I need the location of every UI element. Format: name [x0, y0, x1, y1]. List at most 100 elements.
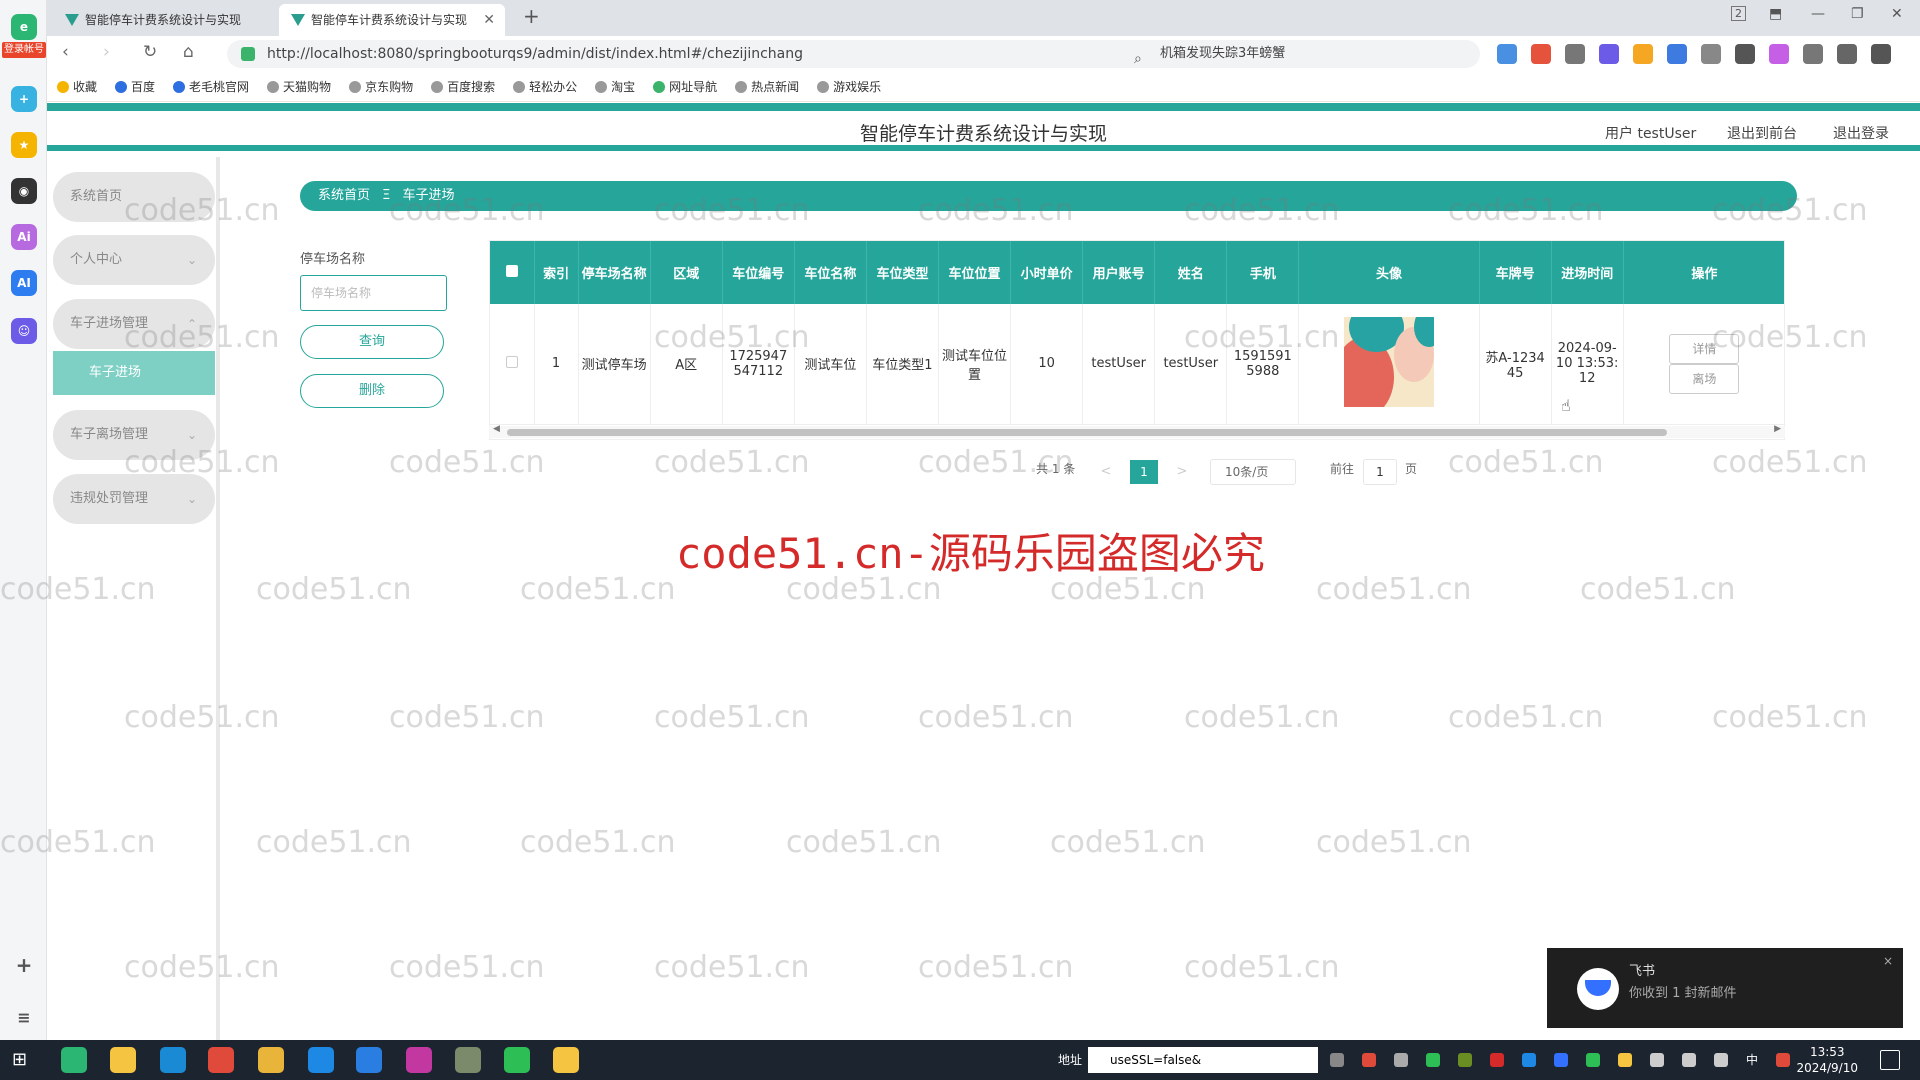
- taskbar-address-input[interactable]: useSSL=false&: [1088, 1047, 1318, 1073]
- bookmark-item[interactable]: 网址导航: [653, 78, 717, 95]
- scroll-thumb[interactable]: [507, 429, 1667, 436]
- wps-icon[interactable]: [208, 1047, 234, 1073]
- volume-icon[interactable]: [1714, 1053, 1728, 1067]
- page-number-current[interactable]: 1: [1130, 460, 1158, 484]
- tray-up-icon[interactable]: [1330, 1053, 1344, 1067]
- tray-app-icon[interactable]: [1490, 1053, 1504, 1067]
- goto-page-input[interactable]: 1: [1363, 459, 1397, 485]
- find-icon[interactable]: [1667, 44, 1687, 64]
- search-field[interactable]: ⌕ 机箱发现失踪3年螃蟹: [1120, 40, 1480, 68]
- bookmark-item[interactable]: 热点新闻: [735, 78, 799, 95]
- tab-close-icon[interactable]: ✕: [483, 4, 495, 36]
- robot-icon[interactable]: ☺: [11, 318, 37, 344]
- vscode-icon[interactable]: [308, 1047, 334, 1073]
- sogou-icon[interactable]: [1776, 1053, 1791, 1067]
- tray-wechat-icon[interactable]: [1426, 1053, 1440, 1067]
- favorites-star-icon[interactable]: ★: [11, 132, 37, 158]
- new-tab-button[interactable]: +: [523, 4, 540, 28]
- bookmark-item[interactable]: 游戏娱乐: [817, 78, 881, 95]
- logout-link[interactable]: 退出登录: [1833, 123, 1889, 143]
- brightness-icon[interactable]: [1803, 44, 1823, 64]
- bookmark-item[interactable]: 收藏: [57, 78, 97, 95]
- reload-icon[interactable]: ↻: [143, 42, 157, 62]
- browser-taskbar-icon[interactable]: [61, 1047, 87, 1073]
- sidebar-item-profile[interactable]: 个人中心 ⌄: [53, 235, 215, 285]
- page-size-select[interactable]: 10条/页: [1210, 459, 1296, 485]
- home-icon[interactable]: ⌂: [183, 42, 194, 62]
- browser-logo-icon[interactable]: e: [11, 14, 37, 40]
- edge-icon[interactable]: [160, 1047, 186, 1073]
- notification-toast[interactable]: 飞书 你收到 1 封新邮件 ×: [1547, 948, 1903, 1028]
- tray-app-icon[interactable]: [1618, 1053, 1632, 1067]
- add-panel-icon[interactable]: +: [11, 86, 37, 112]
- row-checkbox[interactable]: [505, 355, 518, 368]
- color-icon[interactable]: [1769, 44, 1789, 64]
- minimize-icon[interactable]: —: [1811, 6, 1825, 22]
- tray-app-icon[interactable]: [1522, 1053, 1536, 1067]
- browser-tab-active[interactable]: 智能停车计费系统设计与实现 ✕: [279, 4, 505, 36]
- scroll-left-arrow-icon[interactable]: ◀: [493, 424, 500, 434]
- tray-app-icon[interactable]: [1458, 1053, 1472, 1067]
- cut-icon[interactable]: [1565, 44, 1585, 64]
- tray-feishu-icon[interactable]: [1554, 1053, 1568, 1067]
- grid-icon[interactable]: [1735, 44, 1755, 64]
- add-icon[interactable]: +: [11, 952, 37, 978]
- shield-icon[interactable]: [1633, 44, 1653, 64]
- sidebar-item-car-entry[interactable]: 车子进场: [53, 351, 215, 395]
- battery-icon[interactable]: [1650, 1053, 1664, 1067]
- ai-assistant-icon[interactable]: Ai: [11, 224, 37, 250]
- bookmark-item[interactable]: 轻松办公: [513, 78, 577, 95]
- bookmark-item[interactable]: 淘宝: [595, 78, 635, 95]
- idea-icon[interactable]: [406, 1047, 432, 1073]
- game-icon[interactable]: ◉: [11, 178, 37, 204]
- translate-icon[interactable]: [1599, 44, 1619, 64]
- folder-icon[interactable]: [455, 1047, 481, 1073]
- restore-icon[interactable]: ❐: [1851, 6, 1864, 22]
- mic-icon[interactable]: [1394, 1053, 1408, 1067]
- leave-button[interactable]: 离场: [1669, 363, 1740, 394]
- list-icon[interactable]: ≡: [11, 1004, 37, 1030]
- tray-app-icon[interactable]: [1586, 1053, 1600, 1067]
- breadcrumb-home[interactable]: 系统首页: [318, 188, 370, 203]
- select-all-checkbox[interactable]: [505, 264, 518, 277]
- bookmark-item[interactable]: 天猫购物: [267, 78, 331, 95]
- network-icon[interactable]: [1682, 1053, 1696, 1067]
- bookmark-item[interactable]: 百度: [115, 78, 155, 95]
- action-center-icon[interactable]: [1880, 1050, 1900, 1070]
- bookmark-item[interactable]: 百度搜索: [431, 78, 495, 95]
- taskbar-clock[interactable]: 13:53 2024/9/10: [1796, 1044, 1858, 1076]
- back-icon[interactable]: ‹: [62, 42, 69, 62]
- wechat-icon[interactable]: [504, 1047, 530, 1073]
- menu-icon[interactable]: [1871, 44, 1891, 64]
- scroll-right-arrow-icon[interactable]: ▶: [1774, 424, 1781, 434]
- chrome-icon[interactable]: [258, 1047, 284, 1073]
- tray-app-icon[interactable]: [1362, 1053, 1376, 1067]
- undo-icon[interactable]: [1837, 44, 1857, 64]
- lot-name-input[interactable]: 停车场名称: [300, 275, 447, 311]
- notification-close-icon[interactable]: ×: [1883, 954, 1893, 968]
- qq-icon[interactable]: [553, 1047, 579, 1073]
- word-icon[interactable]: [356, 1047, 382, 1073]
- windows-start-icon[interactable]: ⊞: [12, 1050, 32, 1070]
- query-button[interactable]: 查询: [300, 325, 444, 359]
- next-page-button[interactable]: >: [1168, 460, 1196, 484]
- close-window-icon[interactable]: ✕: [1891, 6, 1903, 22]
- url-field[interactable]: http://localhost:8080/springbooturqs9/ad…: [227, 40, 1152, 68]
- prev-page-button[interactable]: <: [1092, 460, 1120, 484]
- tab-count-badge[interactable]: 2: [1731, 6, 1746, 21]
- bookmark-item[interactable]: 老毛桃官网: [173, 78, 249, 95]
- weibo-icon[interactable]: [1531, 44, 1551, 64]
- ai-icon[interactable]: AI: [11, 270, 37, 296]
- browser-tab[interactable]: 智能停车计费系统设计与实现: [53, 4, 277, 36]
- table-horizontal-scrollbar[interactable]: ◀ ▶: [489, 424, 1785, 438]
- extension-icon[interactable]: [1701, 44, 1721, 64]
- file-explorer-icon[interactable]: [110, 1047, 136, 1073]
- ime-indicator[interactable]: 中: [1746, 1053, 1758, 1067]
- select-all-header[interactable]: [490, 241, 535, 304]
- front-link[interactable]: 退出到前台: [1727, 123, 1797, 143]
- sidebar-item-violation-management[interactable]: 违规处罚管理 ⌄: [53, 474, 215, 524]
- login-badge[interactable]: 登录帐号: [2, 42, 46, 58]
- forward-icon[interactable]: ›: [103, 42, 110, 62]
- skin-icon[interactable]: ⬒: [1769, 6, 1782, 22]
- bookmark-item[interactable]: 京东购物: [349, 78, 413, 95]
